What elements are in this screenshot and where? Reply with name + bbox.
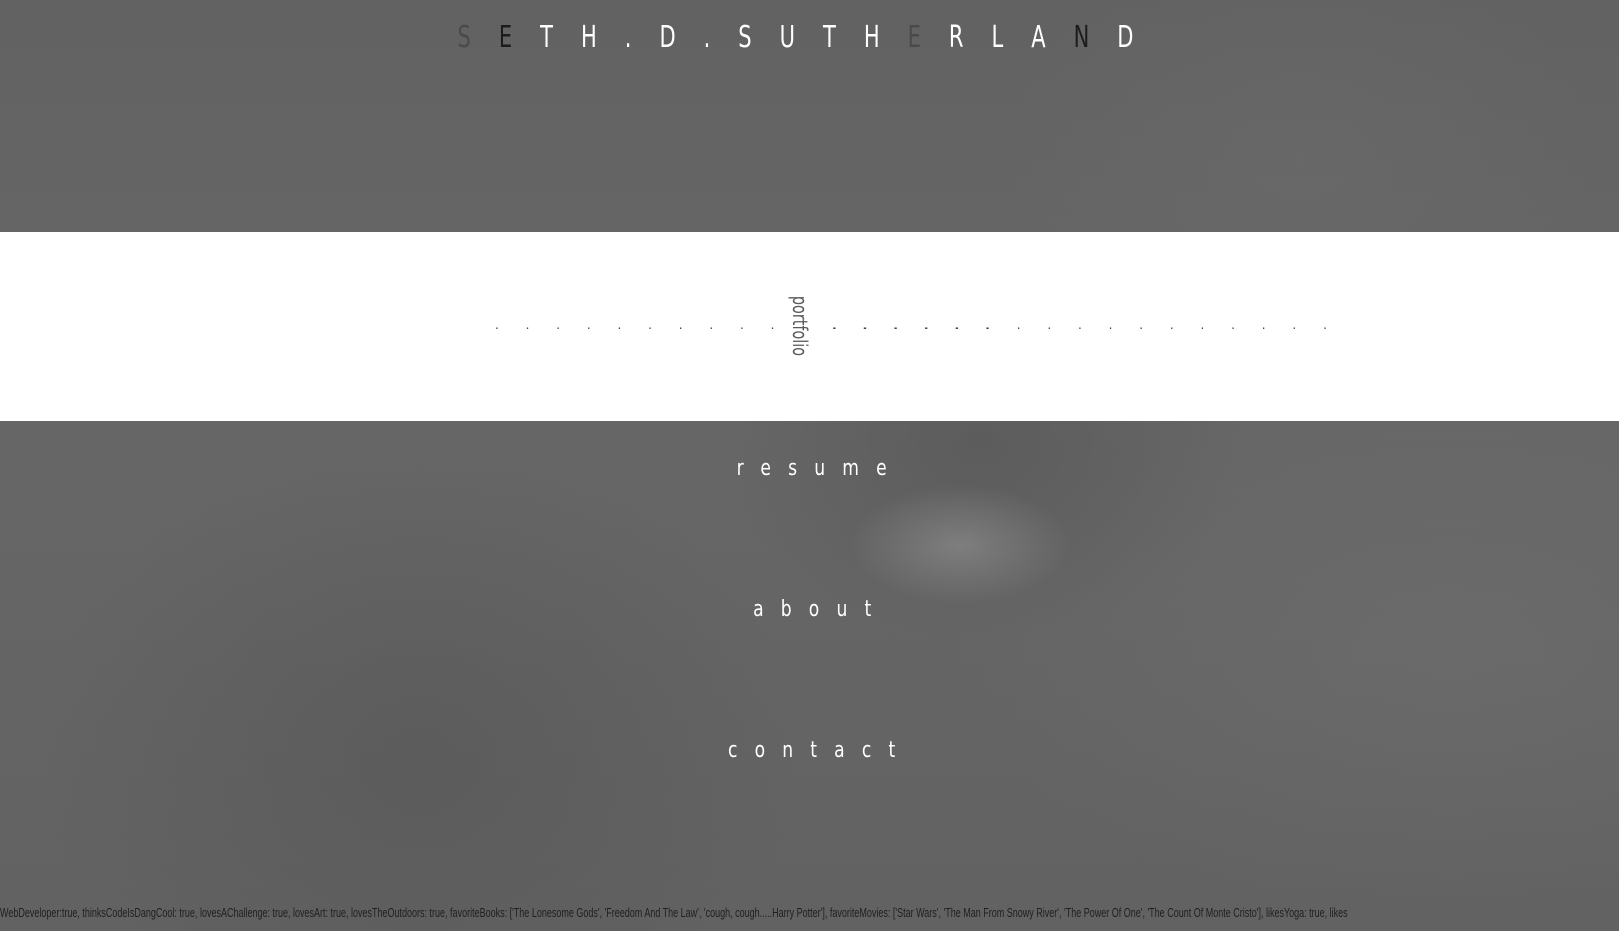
title-letter: E: [498, 20, 541, 55]
nav-contact-link[interactable]: contact: [0, 738, 1619, 763]
title-letter: D: [659, 20, 704, 55]
title-letter: H: [580, 20, 625, 55]
footer-ticker: WebDeveloper:true, thinksCodeIsDangCool:…: [0, 906, 1619, 920]
title-letter: S: [457, 20, 499, 55]
title-letter: E: [907, 20, 949, 55]
title-letter: N: [1073, 20, 1118, 55]
title-letter: L: [991, 20, 1032, 55]
dotted-rule-right: . . . . . . . . . . . . . . . . .: [833, 318, 1339, 332]
title-letter: A: [1031, 20, 1074, 55]
title-letter: T: [823, 20, 864, 55]
nav-portfolio-label: portfolio: [788, 295, 812, 357]
nav-resume-label: resume: [736, 456, 905, 481]
nav-contact-label: contact: [728, 738, 913, 763]
site-title: SETH.D.SUTHERLAND: [243, 20, 1376, 55]
title-letter: H: [863, 20, 908, 55]
title-letter: D: [1117, 20, 1162, 55]
title-letter: U: [779, 20, 824, 55]
nav-portfolio-link[interactable]: portfolio: [788, 284, 812, 368]
title-letter: R: [948, 20, 992, 55]
nav-about-label: about: [752, 597, 889, 622]
title-letter: S: [738, 20, 780, 55]
nav-resume-link[interactable]: resume: [0, 456, 1619, 481]
ticker-text: WebDeveloper:true, thinksCodeIsDangCool:…: [0, 906, 1348, 920]
title-letter: .: [703, 20, 739, 55]
title-letter: .: [624, 20, 660, 55]
title-letter: T: [540, 20, 581, 55]
nav-about-link[interactable]: about: [0, 597, 1619, 622]
